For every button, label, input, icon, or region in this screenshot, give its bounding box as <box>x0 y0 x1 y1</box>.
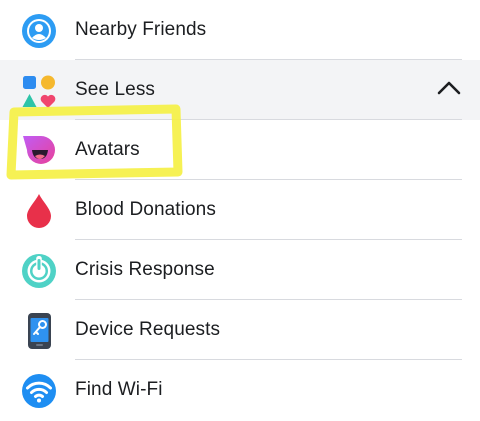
menu-item-label: Device Requests <box>75 319 221 340</box>
menu-item-crisis-response[interactable]: Crisis Response <box>0 240 480 300</box>
menu-item-label: Find Wi-Fi <box>75 379 163 400</box>
menu-item-device-requests[interactable]: Device Requests <box>0 300 480 360</box>
more-menu-list: Nearby Friends See Less Avatars Blood Do… <box>0 0 480 421</box>
nearby-friends-icon <box>21 13 57 49</box>
device-requests-icon <box>21 312 57 349</box>
menu-item-nearby-friends[interactable]: Nearby Friends <box>0 0 480 60</box>
menu-item-label: Crisis Response <box>75 259 215 280</box>
menu-item-avatars[interactable]: Avatars <box>0 120 480 180</box>
menu-item-label: Blood Donations <box>75 199 216 220</box>
menu-item-blood-donations[interactable]: Blood Donations <box>0 180 480 240</box>
wifi-icon <box>21 373 57 409</box>
see-less-section-header[interactable]: See Less <box>0 60 480 120</box>
chevron-up-icon[interactable] <box>436 78 462 98</box>
menu-item-label: Avatars <box>75 139 140 160</box>
avatars-icon <box>21 133 57 169</box>
menu-item-label: See Less <box>75 79 156 100</box>
menu-item-find-wifi[interactable]: Find Wi-Fi <box>0 360 480 420</box>
crisis-response-icon <box>21 253 57 289</box>
shapes-icon <box>21 74 57 110</box>
menu-item-label: Nearby Friends <box>75 19 207 40</box>
blood-drop-icon <box>21 193 57 229</box>
